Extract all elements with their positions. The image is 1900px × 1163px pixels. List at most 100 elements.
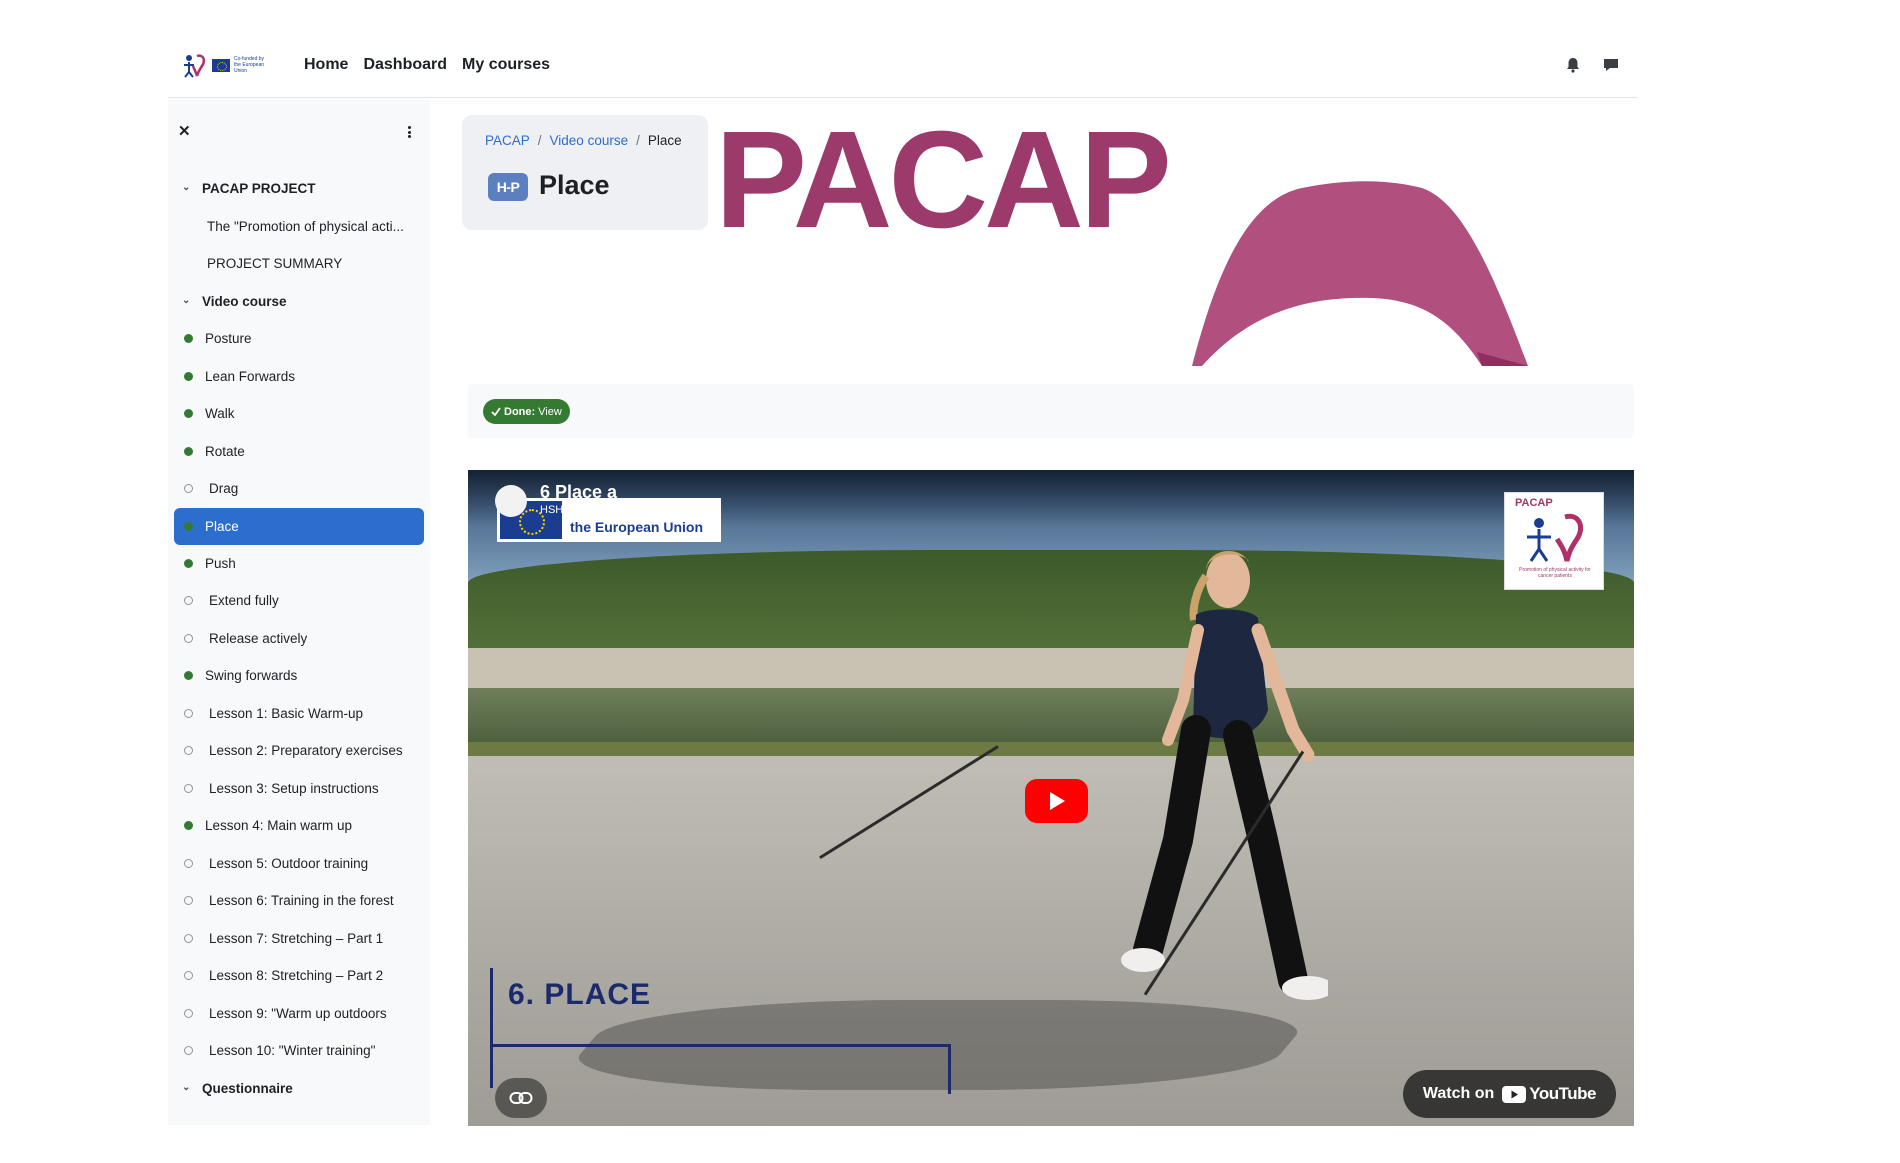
course-item-label: Walk: [205, 406, 235, 422]
walker-figure: [1121, 550, 1328, 1000]
completion-todo-icon: [184, 858, 193, 868]
course-item[interactable]: Walk: [168, 395, 430, 433]
channel-avatar[interactable]: [495, 485, 527, 517]
course-item[interactable]: Lesson 6: Training in the forest: [168, 882, 430, 920]
course-item[interactable]: Lean Forwards: [168, 358, 430, 396]
eu-flag-icon: [212, 58, 230, 72]
chevron-down-icon: ⌄: [182, 294, 191, 306]
h5p-icon: H-P: [488, 173, 528, 201]
completion-todo-icon: [184, 708, 193, 718]
breadcrumb-pacap[interactable]: PACAP: [485, 133, 530, 148]
bell-icon[interactable]: [1564, 56, 1582, 74]
course-item-label: Swing forwards: [205, 668, 298, 684]
course-item-label: Lesson 6: Training in the forest: [209, 893, 394, 909]
completion-todo-icon: [184, 1008, 193, 1018]
course-item[interactable]: Lesson 7: Stretching – Part 1: [168, 920, 430, 958]
pacap-ribbon-icon: [1527, 513, 1583, 562]
course-item-label: Release actively: [209, 630, 308, 646]
more-vertical-icon[interactable]: [404, 124, 414, 140]
copy-link-button[interactable]: [495, 1078, 547, 1118]
course-index: ⌄ PACAP PROJECT The "Promotion of physic…: [168, 170, 430, 1107]
course-item[interactable]: PROJECT SUMMARY: [168, 245, 430, 283]
course-item[interactable]: Rotate: [168, 433, 430, 471]
course-item-label: Lesson 8: Stretching – Part 2: [209, 968, 384, 984]
youtube-icon: [1502, 1085, 1527, 1103]
watch-label: Watch on: [1422, 1085, 1495, 1102]
completion-done-icon: [184, 521, 193, 531]
top-navbar: Co-funded by the European Union Home Das…: [168, 40, 1638, 98]
youtube-video-player[interactable]: the European Union 6 Place a HSH Sd Mate…: [468, 470, 1634, 1126]
course-item[interactable]: Lesson 1: Basic Warm-up: [168, 695, 430, 733]
course-item-label: Push: [205, 555, 236, 571]
course-item[interactable]: Drag: [168, 470, 430, 508]
course-item-label: Lesson 7: Stretching – Part 1: [209, 930, 384, 946]
video-caption: 6. PLACE: [508, 978, 652, 1011]
course-item[interactable]: Lesson 9: "Warm up outdoors: [168, 995, 430, 1033]
video-scene-lake: [468, 688, 1634, 746]
completion-done-icon: [184, 371, 193, 381]
breadcrumb-video-course[interactable]: Video course: [550, 133, 629, 148]
completion-todo-icon: [184, 633, 193, 643]
breadcrumb-separator: /: [537, 133, 542, 148]
course-item[interactable]: Swing forwards: [168, 657, 430, 695]
course-item[interactable]: The "Promotion of physical acti...: [168, 208, 430, 246]
course-item[interactable]: Lesson 5: Outdoor training: [168, 845, 430, 883]
site-logo[interactable]: Co-funded by the European Union: [180, 52, 272, 78]
activity-completion-bar: Done: View: [468, 384, 1634, 438]
course-item[interactable]: Lesson 8: Stretching – Part 2: [168, 957, 430, 995]
pacap-watermark-logo: PACAP Promotion of physical activity for…: [1504, 492, 1604, 590]
link-icon: [509, 1092, 533, 1104]
video-scene-trees: [468, 550, 1634, 660]
course-item-label: Lesson 10: "Winter training": [209, 1043, 376, 1059]
watch-on-youtube-button[interactable]: Watch on YouTube: [1402, 1070, 1616, 1118]
course-item[interactable]: Lesson 4: Main warm up: [168, 807, 430, 845]
completion-done-icon: [184, 558, 193, 568]
course-item-label: Lesson 1: Basic Warm-up: [209, 705, 364, 721]
course-item[interactable]: Posture: [168, 320, 430, 358]
nav-my-courses[interactable]: My courses: [462, 56, 550, 74]
course-item-label: The "Promotion of physical acti...: [207, 218, 404, 234]
course-item[interactable]: Place: [174, 507, 424, 545]
completion-todo-icon: [184, 971, 193, 981]
course-item-label: Lesson 2: Preparatory exercises: [209, 743, 403, 759]
course-item-label: Posture: [205, 331, 252, 347]
completion-done-icon: [184, 334, 193, 344]
video-course-items: Posture Lean Forwards Walk Rotate Drag Place P…: [168, 320, 430, 1070]
course-item[interactable]: Lesson 10: "Winter training": [168, 1032, 430, 1070]
play-button[interactable]: [1025, 779, 1088, 823]
course-item[interactable]: Extend fully: [168, 582, 430, 620]
chevron-down-icon: ⌄: [182, 1081, 191, 1093]
video-channel[interactable]: HSH Sd Matera Canale Video: [540, 504, 686, 516]
breadcrumb-current: Place: [647, 133, 682, 148]
completion-todo-icon: [184, 1046, 193, 1056]
close-icon[interactable]: ✕: [178, 124, 194, 140]
completion-label: Done:: [504, 405, 536, 418]
course-item[interactable]: Push: [168, 545, 430, 583]
navbar-icons: [1564, 56, 1620, 74]
course-item[interactable]: Lesson 3: Setup instructions: [168, 770, 430, 808]
course-index-drawer: ✕ ⌄ PACAP PROJECT The "Promotion of phys…: [168, 100, 430, 1125]
course-item-label: Lesson 3: Setup instructions: [209, 780, 379, 796]
pacap-logo-figure: [184, 54, 206, 78]
chat-icon[interactable]: [1602, 56, 1620, 74]
course-item-label: Lean Forwards: [205, 368, 296, 384]
nav-dashboard[interactable]: Dashboard: [363, 56, 447, 74]
section-video-course[interactable]: ⌄ Video course: [168, 283, 430, 321]
course-item-label: Lesson 4: Main warm up: [205, 818, 353, 834]
completion-todo-icon: [184, 746, 193, 756]
course-item[interactable]: Release actively: [168, 620, 430, 658]
course-item-label: Lesson 9: "Warm up outdoors: [209, 1005, 387, 1021]
course-item-label: Lesson 5: Outdoor training: [209, 855, 369, 871]
completion-todo-icon: [184, 933, 193, 943]
section-title: PACAP PROJECT: [202, 181, 316, 197]
section-pacap-project[interactable]: ⌄ PACAP PROJECT: [168, 170, 430, 208]
completion-done-icon: [184, 671, 193, 681]
course-item[interactable]: Lesson 2: Preparatory exercises: [168, 732, 430, 770]
course-item-label: Extend fully: [209, 593, 279, 609]
logo-text: Co-funded by the European Union: [234, 56, 265, 74]
nav-home[interactable]: Home: [304, 56, 348, 74]
section-questionnaire[interactable]: ⌄ Questionnaire: [168, 1070, 430, 1108]
primary-navigation: Home Dashboard My courses: [304, 56, 550, 74]
video-title[interactable]: 6 Place a: [540, 482, 617, 503]
section-title: Questionnaire: [202, 1080, 293, 1096]
